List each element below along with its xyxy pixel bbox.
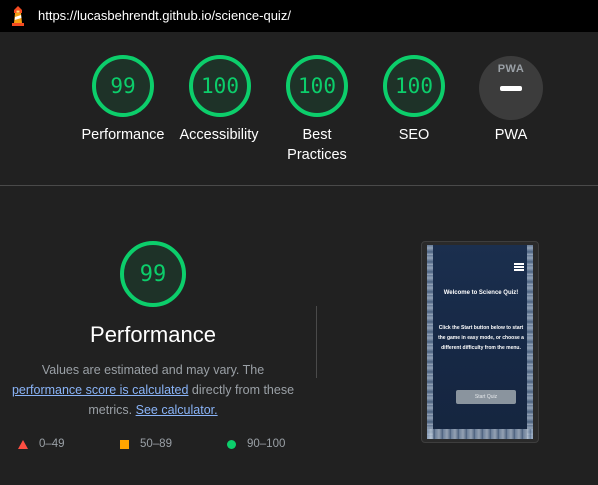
best-practices-label-line1: Best [302, 127, 332, 143]
seo-score: 100 [395, 74, 433, 98]
pass-circle-icon [227, 439, 236, 449]
vertical-divider [316, 306, 317, 378]
legend-pass: 90–100 [227, 436, 285, 452]
legend-average: 50–89 [120, 436, 172, 452]
screenshot-background-edge-left [427, 245, 433, 439]
hamburger-menu-icon [514, 263, 524, 271]
best-practices-gauge[interactable]: 100 [284, 53, 350, 119]
see-calculator-link[interactable]: See calculator. [136, 403, 218, 417]
legend-fail: 0–49 [18, 436, 65, 452]
pwa-badge[interactable]: PWA [479, 56, 543, 120]
best-practices-label-line2: Practices [287, 147, 347, 163]
pwa-badge-text: PWA [497, 63, 525, 75]
lighthouse-logo-icon [12, 6, 24, 26]
url-bar: https://lucasbehrendt.github.io/science-… [0, 0, 598, 32]
performance-label: Performance [81, 127, 165, 143]
seo-label: SEO [398, 127, 430, 143]
legend-average-range: 50–89 [140, 438, 172, 450]
performance-desc-text-1: Values are estimated and may vary. The [41, 363, 265, 377]
performance-gauge[interactable]: 99 [90, 53, 156, 119]
pwa-label: PWA [494, 127, 528, 143]
screenshot-background-edge-bottom [427, 429, 533, 439]
seo-gauge[interactable]: 100 [381, 53, 447, 119]
screenshot-body: Click the Start button below to start th… [438, 325, 524, 351]
performance-detail-gauge: 99 [118, 239, 188, 309]
accessibility-score: 100 [201, 74, 239, 98]
accessibility-gauge[interactable]: 100 [187, 53, 253, 119]
average-square-icon [120, 439, 129, 449]
screenshot-screen: Welcome to Science Quiz! Click the Start… [427, 245, 533, 439]
section-divider [0, 185, 598, 186]
screenshot-start-button: Start Quiz [456, 390, 516, 404]
screenshot-title: Welcome to Science Quiz! [443, 290, 519, 296]
pwa-dash-icon [500, 86, 522, 91]
accessibility-label: Accessibility [179, 127, 259, 143]
performance-title: Performance [90, 322, 216, 347]
best-practices-label: Best Practices [267, 125, 367, 165]
report-url[interactable]: https://lucasbehrendt.github.io/science-… [38, 8, 291, 23]
screenshot-background-edge-right [527, 245, 533, 439]
performance-score: 99 [110, 74, 136, 98]
best-practices-score: 100 [298, 74, 336, 98]
final-screenshot[interactable]: Welcome to Science Quiz! Click the Start… [421, 241, 539, 443]
performance-description: Values are estimated and may vary. The p… [6, 360, 300, 420]
legend-pass-range: 90–100 [247, 438, 286, 450]
performance-detail-score: 99 [139, 261, 167, 287]
performance-score-link[interactable]: performance score is calculated [12, 383, 188, 397]
fail-triangle-icon [18, 439, 28, 449]
legend-fail-range: 0–49 [39, 438, 65, 450]
